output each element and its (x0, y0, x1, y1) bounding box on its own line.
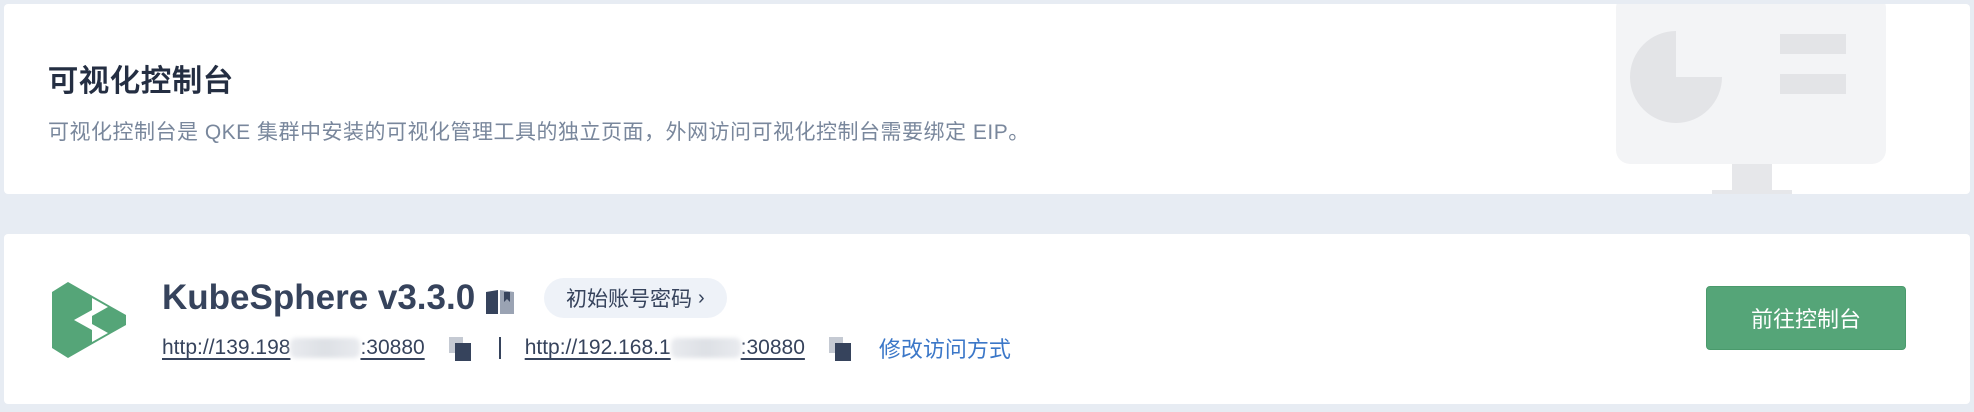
product-name: KubeSphere v3.3.0 (162, 278, 476, 317)
monitor-illustration-icon (1616, 4, 1886, 194)
public-url-prefix: http://139.198 (162, 336, 291, 359)
account-button-label: 初始账号密码 (566, 288, 692, 311)
redacted-ip-segment (290, 338, 361, 359)
banner-description: 可视化控制台是 QKE 集群中安装的可视化管理工具的独立页面，外网访问可视化控制… (48, 121, 1030, 144)
go-to-console-button[interactable]: 前往控制台 (1706, 286, 1906, 350)
private-url-suffix: :30880 (740, 336, 805, 359)
chevron-right-icon: › (698, 286, 705, 309)
redacted-ip-segment (670, 338, 741, 359)
kubesphere-logo-icon (52, 282, 126, 358)
public-url-suffix: :30880 (360, 336, 425, 359)
banner-title: 可视化控制台 (48, 65, 234, 98)
intro-banner: 可视化控制台 可视化控制台是 QKE 集群中安装的可视化管理工具的独立页面，外网… (4, 4, 1970, 194)
copy-icon[interactable] (447, 335, 473, 361)
modify-access-method-link[interactable]: 修改访问方式 (879, 332, 1011, 364)
console-card: KubeSphere v3.3.0 初始账号密码 › http://139.19… (4, 234, 1970, 404)
private-url-prefix: http://192.168.1 (524, 336, 671, 359)
book-icon[interactable] (484, 288, 516, 316)
private-url-link[interactable]: http://192.168.1 :30880 (525, 336, 805, 360)
copy-icon[interactable] (827, 335, 853, 361)
access-url-row: http://139.198 :30880 http://192.168.1 :30… (162, 328, 1011, 368)
public-url-link[interactable]: http://139.198 :30880 (162, 336, 425, 360)
url-separator (498, 337, 501, 359)
initial-account-password-button[interactable]: 初始账号密码 › (544, 278, 727, 318)
